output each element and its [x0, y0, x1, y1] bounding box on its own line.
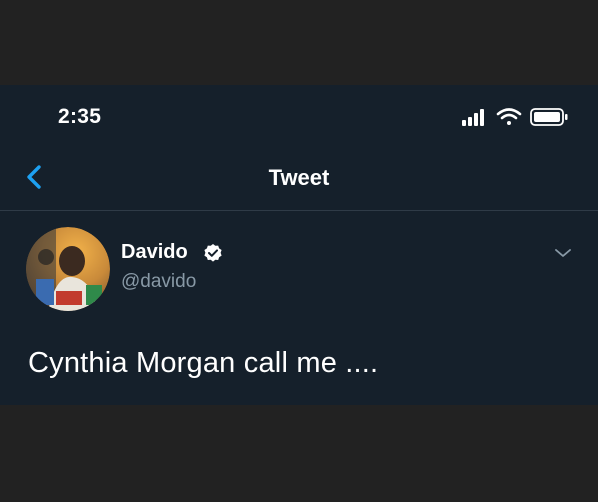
- page-title: Tweet: [268, 165, 330, 190]
- verified-badge-icon: [204, 244, 222, 262]
- battery-icon: [530, 108, 568, 126]
- author-display-name[interactable]: Davido: [121, 241, 188, 264]
- status-time: 2:35: [58, 105, 102, 128]
- nav-bar: Tweet: [0, 145, 598, 211]
- chevron-down-icon: [555, 249, 571, 257]
- avatar[interactable]: [26, 227, 110, 311]
- tweet-screen: 2:35 Tweet Davido @davido Cynthia Morgan…: [0, 85, 598, 405]
- author-handle[interactable]: @davido: [121, 271, 196, 293]
- status-icons: [462, 108, 568, 126]
- wifi-icon: [496, 108, 522, 125]
- status-bar: 2:35: [0, 85, 598, 145]
- cellular-signal-icon: [462, 109, 484, 126]
- tweet-header: Davido @davido: [0, 211, 598, 311]
- tweet-menu-button[interactable]: [552, 245, 574, 261]
- tweet-text: Cynthia Morgan call me ....: [28, 347, 379, 379]
